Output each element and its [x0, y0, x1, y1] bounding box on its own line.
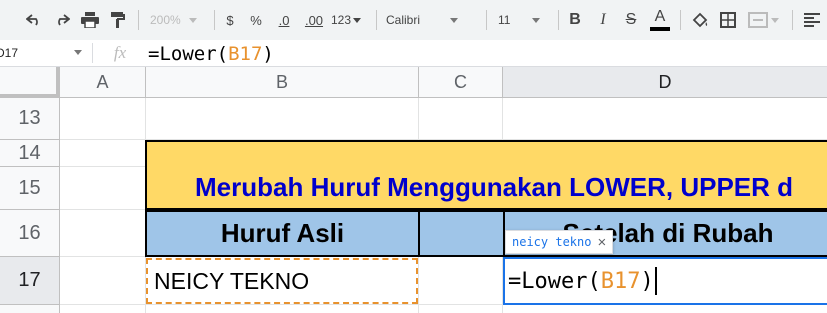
- chevron-down-icon: [188, 17, 197, 23]
- close-icon[interactable]: ×: [597, 234, 606, 251]
- name-box[interactable]: D17: [0, 40, 92, 66]
- select-all-corner[interactable]: [0, 67, 60, 98]
- more-formats-dropdown[interactable]: 123: [331, 6, 371, 34]
- chevron-down-icon: [74, 50, 82, 55]
- cell-b17[interactable]: NEICY TEKNO: [146, 258, 418, 304]
- row-header-14[interactable]: 14: [0, 140, 60, 167]
- formula-text: =Lower(: [148, 42, 229, 65]
- chevron-down-icon: [353, 17, 362, 23]
- font-size-value: 11: [498, 13, 511, 27]
- strikethrough-button[interactable]: S: [620, 6, 642, 34]
- row-header-17[interactable]: 17: [0, 257, 60, 305]
- sheet-title: Merubah Huruf Menggunakan LOWER, UPPER d: [195, 171, 794, 202]
- row-header-18[interactable]: [0, 305, 60, 313]
- column-header-d[interactable]: D: [503, 67, 827, 98]
- print-icon[interactable]: [78, 6, 102, 34]
- toolbar-divider: [680, 10, 681, 30]
- decrease-decimals-button[interactable]: .0: [270, 6, 298, 34]
- toolbar-divider: [214, 10, 215, 30]
- merge-cells-icon[interactable]: [746, 6, 780, 34]
- chevron-down-icon: [532, 17, 541, 23]
- cell-d17-editor[interactable]: =Lower(B17): [503, 257, 827, 305]
- borders-icon[interactable]: [716, 6, 740, 34]
- chevron-down-icon: [770, 17, 779, 23]
- increase-decimals-label: .00: [304, 12, 324, 28]
- header-cell-c16[interactable]: [418, 210, 505, 257]
- toolbar-divider: [558, 10, 559, 30]
- formula-bar-divider: [92, 43, 93, 63]
- formula-input[interactable]: =Lower(B17): [148, 41, 274, 66]
- currency-format-button[interactable]: $: [220, 6, 240, 34]
- fx-icon: fx: [113, 43, 127, 62]
- formula-preview-value: neicy tekno: [512, 235, 592, 249]
- formula-text-end: ): [262, 42, 274, 65]
- zoom-dropdown[interactable]: 200%: [150, 6, 210, 34]
- cell-formula-reference: B17: [600, 268, 641, 294]
- text-color-button[interactable]: A: [648, 6, 672, 34]
- name-box-value: D17: [0, 46, 19, 60]
- cell-formula-text-end: ): [640, 268, 654, 294]
- formula-preview-tooltip: neicy tekno ×: [505, 230, 614, 254]
- text-color-swatch: [650, 27, 670, 31]
- column-header-b[interactable]: B: [146, 67, 419, 98]
- percent-format-button[interactable]: %: [246, 6, 266, 34]
- column-header-c[interactable]: C: [419, 67, 503, 98]
- undo-icon[interactable]: [22, 6, 46, 34]
- row-header-16[interactable]: 16: [0, 210, 60, 257]
- chevron-down-icon: [450, 17, 459, 23]
- toolbar-divider: [376, 10, 377, 30]
- redo-icon[interactable]: [50, 6, 74, 34]
- decrease-decimals-label: .0: [278, 12, 290, 28]
- bold-button[interactable]: B: [564, 6, 586, 34]
- font-family-dropdown[interactable]: Calibri: [386, 6, 476, 34]
- font-family-value: Calibri: [386, 13, 421, 27]
- formula-bar: D17 fx =Lower(B17): [0, 40, 827, 67]
- fill-color-icon[interactable]: [688, 6, 712, 34]
- more-formats-label: 123: [331, 13, 352, 27]
- italic-button[interactable]: I: [592, 6, 614, 34]
- horizontal-align-icon[interactable]: [800, 6, 824, 34]
- gridline: [60, 166, 145, 167]
- increase-decimals-button[interactable]: .00: [300, 6, 328, 34]
- toolbar-divider: [486, 10, 487, 30]
- row-header-15[interactable]: 15: [0, 167, 60, 210]
- toolbar: 200% $ % .0 .00 123 Calibri 11 B I S A: [0, 0, 827, 40]
- font-size-dropdown[interactable]: 11: [498, 6, 550, 34]
- zoom-value: 200%: [150, 13, 181, 27]
- toolbar-divider: [138, 10, 139, 30]
- text-cursor: [654, 267, 657, 295]
- header-cell-b16[interactable]: Huruf Asli: [145, 210, 420, 257]
- paint-format-icon[interactable]: [106, 6, 130, 34]
- column-header-a[interactable]: A: [60, 67, 146, 98]
- cell-formula-text: =Lower(: [508, 268, 601, 294]
- text-color-label: A: [654, 8, 666, 25]
- formula-reference: B17: [228, 42, 263, 65]
- row-header-13[interactable]: 13: [0, 98, 60, 140]
- toolbar-divider: [792, 10, 793, 30]
